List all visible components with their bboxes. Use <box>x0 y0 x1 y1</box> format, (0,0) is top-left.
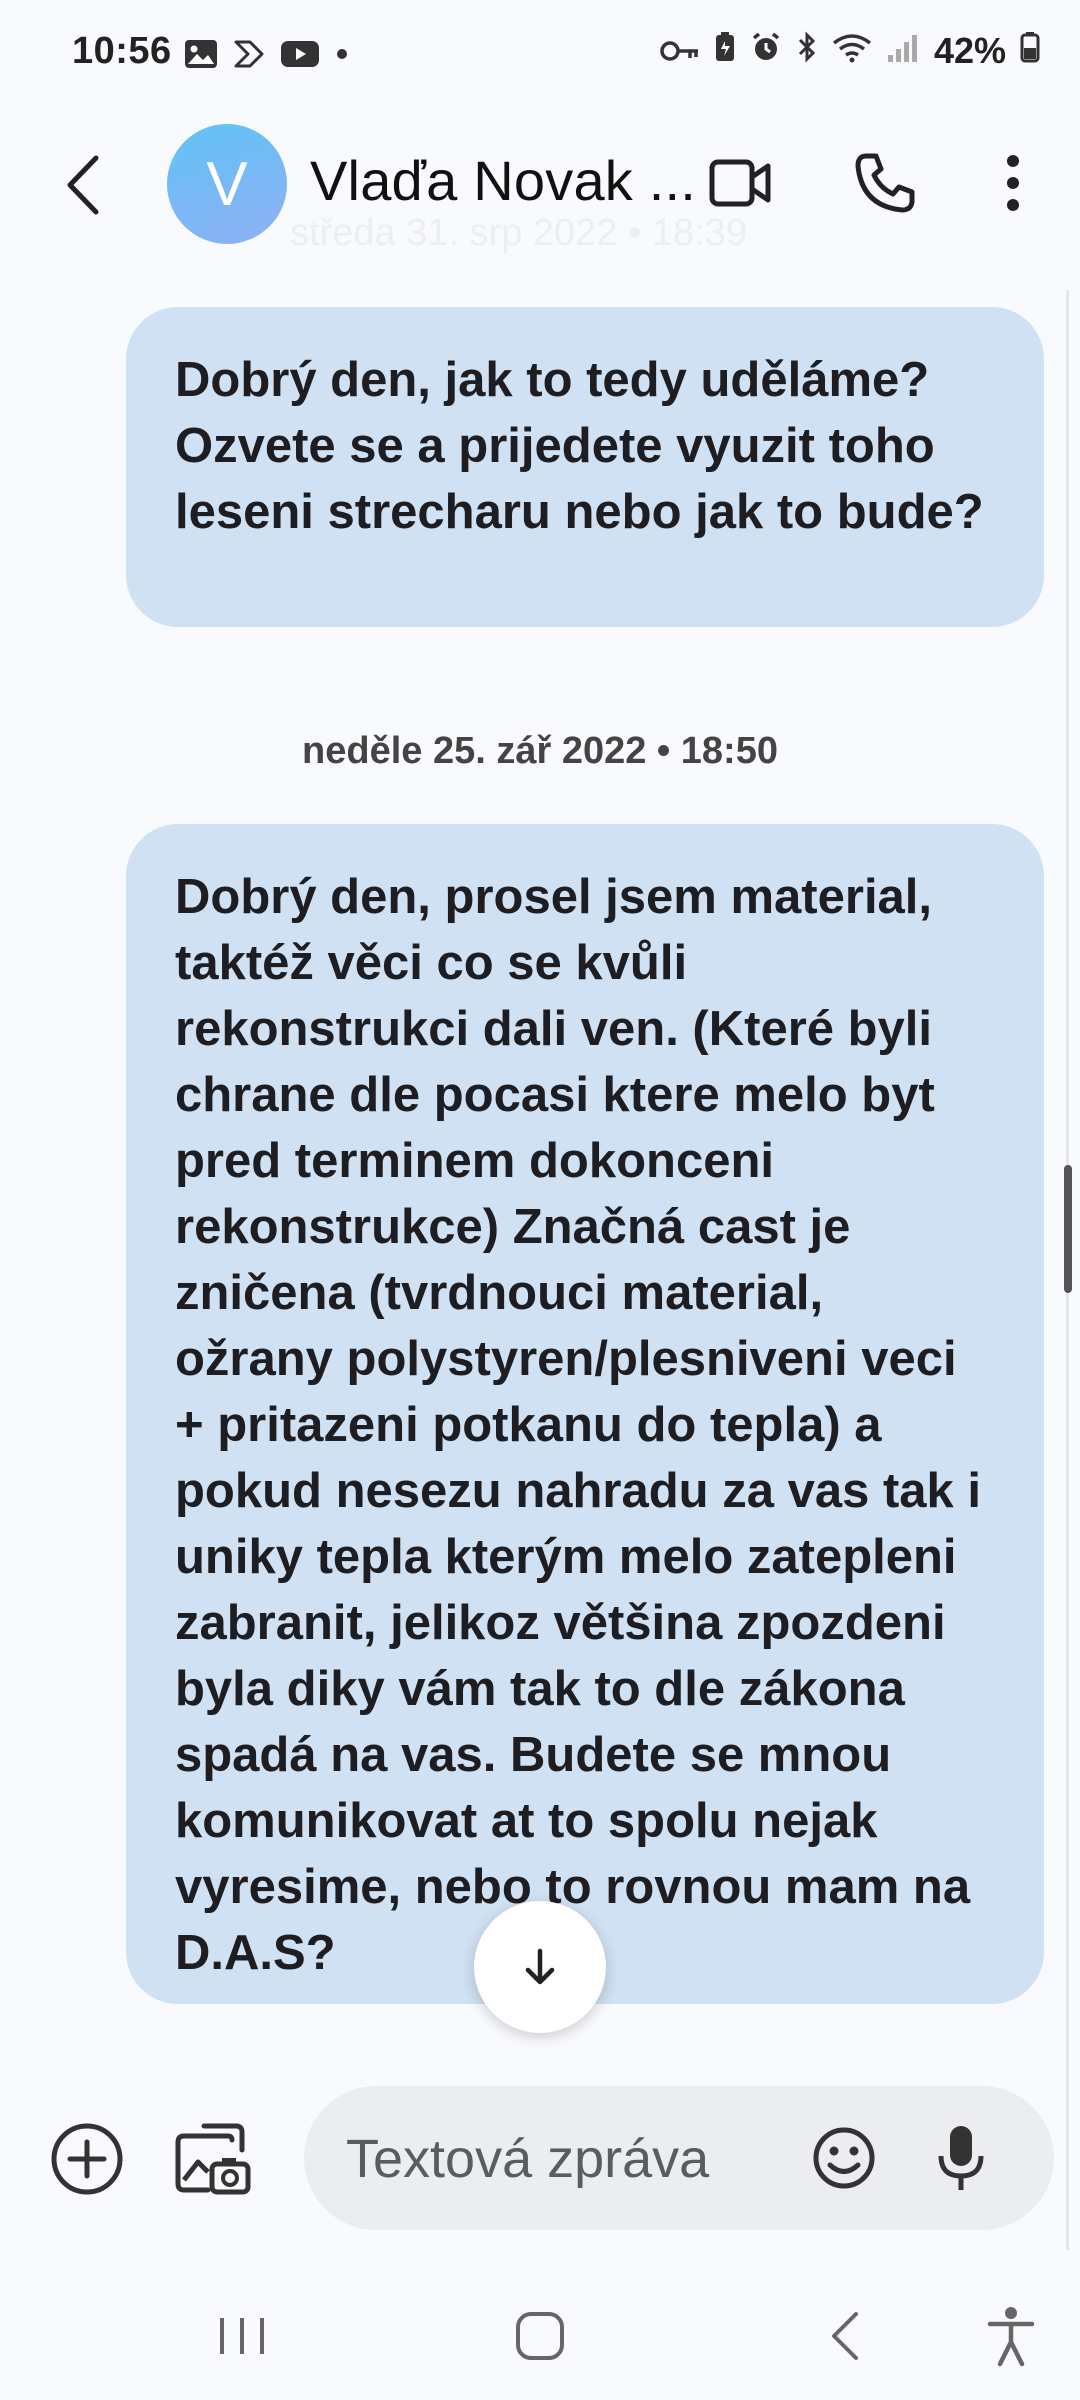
battery-percent: 42% <box>933 30 1006 71</box>
contact-name[interactable]: Vlaďa Novak ... <box>310 148 696 213</box>
dot-icon <box>334 46 350 67</box>
battery-saver-icon <box>714 30 736 72</box>
more-vertical-icon <box>1007 155 1019 211</box>
plus-circle-icon <box>51 2123 123 2195</box>
voice-call-button[interactable] <box>852 150 918 221</box>
voice-input-button[interactable] <box>936 2122 986 2199</box>
signal-icon <box>886 30 920 72</box>
message-input[interactable] <box>344 2086 788 2232</box>
wifi-icon <box>832 30 872 72</box>
alarm-icon <box>750 30 782 72</box>
status-system-icons: 42% <box>660 30 1040 72</box>
home-button[interactable] <box>508 2306 572 2371</box>
key-icon <box>660 30 700 72</box>
avatar[interactable]: V <box>167 124 287 244</box>
message-bubble[interactable]: Dobrý den, jak to tedy uděláme? Ozvete s… <box>126 307 1044 627</box>
accessibility-icon <box>987 2307 1035 2367</box>
back-button[interactable] <box>58 150 108 225</box>
home-icon <box>516 2312 564 2360</box>
phone-icon <box>855 153 915 213</box>
message-bubble[interactable]: Dobrý den, prosel jsem material, taktéž … <box>126 824 1044 2004</box>
status-time: 10:56 <box>72 30 172 72</box>
youtube-icon <box>280 39 320 74</box>
navigation-bar <box>0 2270 1080 2400</box>
date-separator: neděle 25. zář 2022 • 18:50 <box>302 730 778 772</box>
gallery-icon <box>184 39 218 74</box>
bluetooth-icon <box>796 30 818 72</box>
scrollbar-thumb[interactable] <box>1064 1165 1072 1293</box>
chevron-left-icon <box>67 155 99 215</box>
emoji-button[interactable] <box>810 2124 878 2197</box>
gallery-camera-button[interactable] <box>174 2118 254 2203</box>
attach-button[interactable] <box>48 2120 126 2203</box>
status-notification-icons <box>184 38 350 75</box>
battery-icon <box>1020 30 1040 72</box>
scroll-to-bottom-button[interactable] <box>474 1901 606 2033</box>
emoji-icon <box>813 2127 875 2189</box>
recent-apps-icon <box>220 2318 264 2354</box>
accessibility-button[interactable] <box>986 2304 1036 2373</box>
video-camera-icon <box>709 159 771 207</box>
microphone-icon <box>938 2126 984 2190</box>
back-icon <box>832 2312 858 2360</box>
arrow-down-icon <box>525 1948 555 1985</box>
nav-back-button[interactable] <box>820 2306 870 2371</box>
video-call-button[interactable] <box>708 152 774 219</box>
smart-switch-icon <box>232 38 266 75</box>
ghost-date-label: středa 31. srp 2022 • 18:39 <box>290 212 747 254</box>
compose-field[interactable] <box>304 2086 1054 2232</box>
more-options-button[interactable] <box>996 152 1030 219</box>
recent-apps-button[interactable] <box>212 2306 272 2371</box>
gallery-camera-icon <box>175 2123 251 2195</box>
